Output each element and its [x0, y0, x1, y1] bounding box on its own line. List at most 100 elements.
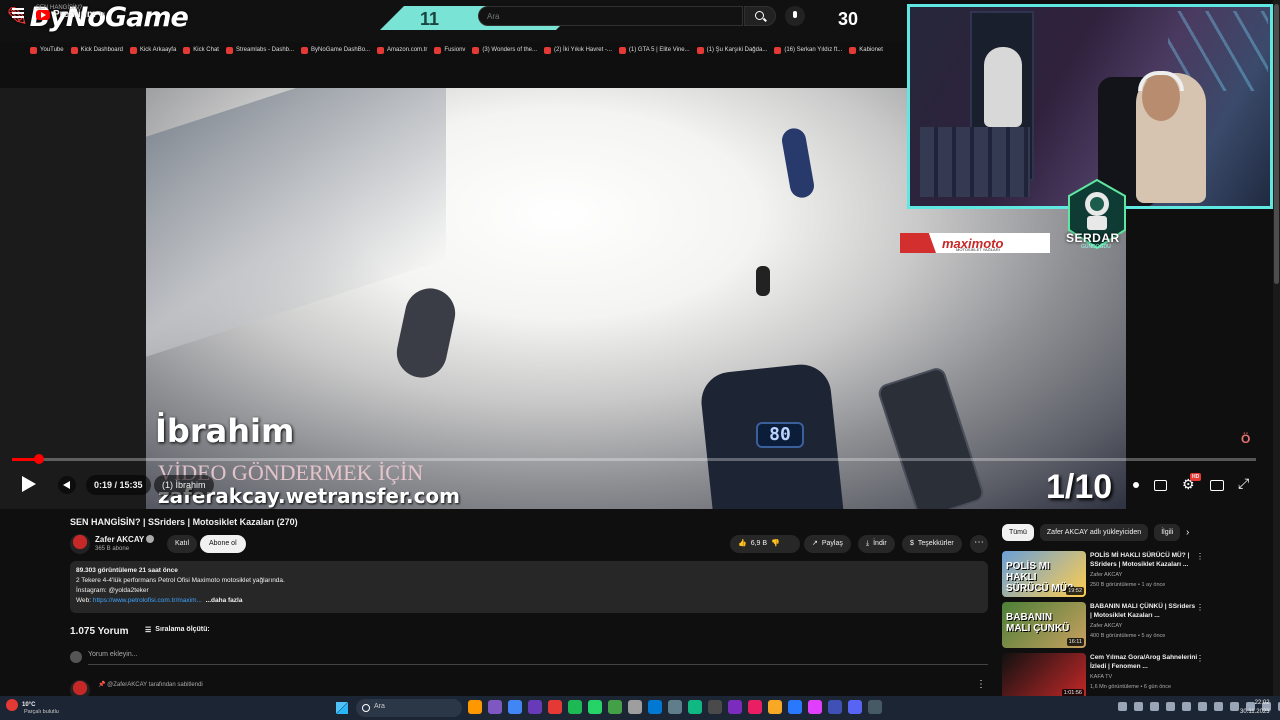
subtitles-icon[interactable] — [1152, 477, 1168, 493]
download-button[interactable]: ⤓ İndir — [858, 535, 895, 553]
bookmark-item[interactable]: Kick Chat — [183, 46, 219, 54]
bookmark-item[interactable]: Streamlabs - Dashb... — [225, 46, 294, 54]
thumbs-down-icon[interactable]: 👎 — [771, 535, 780, 553]
chevron-right-icon[interactable]: › — [1186, 527, 1189, 538]
video-thumbnail[interactable]: POLİS MI HAKLI SÜRÜCÜ MÜ? 19:52 — [1002, 551, 1086, 597]
channel-avatar[interactable] — [70, 534, 90, 554]
thumbs-up-icon[interactable]: 👍 — [738, 535, 747, 553]
chapter-label[interactable]: (1) İbrahim — [154, 475, 214, 495]
weather-widget[interactable]: 10°C Parçalı bulutlu — [6, 699, 59, 715]
taskbar-app-icon[interactable] — [608, 700, 622, 714]
taskbar-app-icon[interactable] — [628, 700, 642, 714]
bookmark-item[interactable]: Amazon.com.tr — [377, 46, 427, 54]
system-clock[interactable]: 22:02 30.11.2023 — [1240, 699, 1270, 717]
tray-icon[interactable] — [1214, 702, 1223, 711]
recommended-video[interactable]: 1:01:56 Cem Yılmaz Gora/Arog Sahnelerini … — [1002, 653, 1207, 701]
bookmark-item[interactable]: (2) İki Yıkık Havret -... — [544, 46, 612, 54]
theater-mode-icon[interactable] — [1208, 477, 1224, 493]
autoplay-toggle-icon[interactable] — [1128, 477, 1144, 493]
video-thumbnail[interactable]: 1:01:56 — [1002, 653, 1086, 699]
taskbar-app-icon[interactable] — [508, 700, 522, 714]
filter-chip[interactable]: İlgili — [1154, 524, 1181, 541]
progress-scrubber[interactable] — [34, 454, 44, 464]
subscribe-button[interactable]: Abone ol — [200, 535, 246, 553]
taskbar-app-icon[interactable] — [748, 700, 762, 714]
volume-icon[interactable] — [58, 476, 76, 494]
comment-menu-icon[interactable]: ⋮ — [976, 679, 986, 690]
fullscreen-icon[interactable] — [1236, 475, 1252, 493]
tray-icon[interactable] — [1182, 702, 1191, 711]
bookmark-item[interactable]: Kick Dashboard — [70, 46, 123, 54]
show-more-link[interactable]: ...daha fazla — [206, 597, 243, 604]
tray-icon[interactable] — [1230, 702, 1239, 711]
bookmark-item[interactable]: Kick Arkaayfa — [129, 46, 176, 54]
taskbar-app-icon[interactable] — [488, 700, 502, 714]
bookmark-item[interactable]: (1) GTA 5 | Elite Vine... — [618, 46, 690, 54]
search-icon[interactable] — [744, 6, 776, 26]
description-link[interactable]: https://www.petrolofisi.com.tr/maxim... — [93, 597, 202, 604]
taskbar-app-icon[interactable] — [848, 700, 862, 714]
like-dislike-button[interactable]: 👍 6,9 B 👎 — [730, 535, 800, 553]
recommended-title[interactable]: BABANIN MALI ÇÜNKÜ | SSriders | Motosikl… — [1090, 602, 1198, 620]
recommended-video[interactable]: POLİS MI HAKLI SÜRÜCÜ MÜ? 19:52 POLİS Mİ HAK… — [1002, 551, 1207, 599]
taskbar-app-icon[interactable] — [728, 700, 742, 714]
recommended-meta: 400 B görüntüleme • 5 ay önce — [1090, 633, 1166, 639]
description-box[interactable]: 89.303 görüntüleme 21 saat önce 2 Tekere… — [70, 561, 988, 613]
taskbar-app-icon[interactable] — [648, 700, 662, 714]
filter-chip[interactable]: Zafer AKCAY adlı yükleyiciden — [1039, 524, 1149, 541]
bookmark-item[interactable]: YouTube — [30, 46, 64, 54]
counter-goal: 30 — [838, 9, 859, 29]
taskbar-app-icon[interactable] — [568, 700, 582, 714]
taskbar-app-icon[interactable] — [668, 700, 682, 714]
tray-icon[interactable] — [1150, 702, 1159, 711]
recommended-video[interactable]: BABANIN MALI ÇUNKÜ 16:11 BABANIN MALI ÇÜNKÜ… — [1002, 602, 1207, 650]
thanks-button[interactable]: $ Teşekkürler — [902, 535, 962, 553]
channel-name[interactable]: Zafer AKCAY — [95, 535, 144, 544]
comment-input[interactable]: Yorum ekleyin... — [88, 651, 988, 665]
recommended-channel[interactable]: Zafer AKCAY — [1090, 572, 1122, 578]
taskbar-search[interactable]: Ara — [356, 699, 462, 717]
taskbar-app-icon[interactable] — [468, 700, 482, 714]
tray-icon[interactable] — [1118, 702, 1127, 711]
progress-bar[interactable] — [12, 458, 1256, 461]
taskbar-app-icon[interactable] — [808, 700, 822, 714]
taskbar-app-icon[interactable] — [688, 700, 702, 714]
sort-comments-button[interactable]: ☰ Sıralama ölçütü: — [145, 626, 210, 634]
scrollbar-thumb[interactable] — [1274, 4, 1279, 284]
recommended-title[interactable]: Cem Yılmaz Gora/Arog Sahnelerini İzledi … — [1090, 653, 1198, 671]
taskbar-app-icon[interactable] — [588, 700, 602, 714]
taskbar-app-icon[interactable] — [788, 700, 802, 714]
join-button[interactable]: Katıl — [167, 535, 198, 553]
taskbar-app-icon[interactable] — [828, 700, 842, 714]
bookmark-item[interactable]: (16) Serkan Yıldız ft... — [774, 46, 842, 54]
hamburger-menu-icon[interactable] — [12, 8, 24, 18]
taskbar-app-icon[interactable] — [768, 700, 782, 714]
tray-icon[interactable] — [1166, 702, 1175, 711]
windows-start-icon[interactable] — [336, 702, 348, 714]
video-thumbnail[interactable]: BABANIN MALI ÇUNKÜ 16:11 — [1002, 602, 1086, 648]
recommended-channel[interactable]: Zafer AKCAY — [1090, 623, 1122, 629]
kebab-menu-icon[interactable]: ⋮ — [1196, 552, 1204, 561]
bookmark-item[interactable]: ByNoGame DashBo... — [301, 46, 370, 54]
kebab-menu-icon[interactable]: ⋮ — [1196, 603, 1204, 612]
taskbar-app-icon[interactable] — [548, 700, 562, 714]
tray-icon[interactable] — [1134, 702, 1143, 711]
recommended-channel[interactable]: KAFA TV — [1090, 674, 1112, 680]
play-icon[interactable] — [22, 476, 36, 492]
tray-icon[interactable] — [1198, 702, 1207, 711]
bookmark-item[interactable]: Kabionet — [849, 46, 883, 54]
recommended-title[interactable]: POLİS Mİ HAKLI SÜRÜCÜ MÜ? | SSriders | M… — [1090, 551, 1198, 569]
youtube-premium-logo[interactable]: Premium TR — [36, 9, 105, 20]
more-actions-button[interactable]: ⋯ — [970, 535, 988, 553]
filter-chip[interactable]: Tümü — [1002, 524, 1034, 541]
kebab-menu-icon[interactable]: ⋮ — [1196, 654, 1204, 663]
taskbar-app-icon[interactable] — [708, 700, 722, 714]
bookmark-item[interactable]: (1) Şu Karşıki Dağda... — [696, 46, 767, 54]
microphone-icon[interactable] — [785, 6, 805, 26]
taskbar-app-icon[interactable] — [528, 700, 542, 714]
bookmark-item[interactable]: Fusionv — [434, 46, 465, 54]
share-button[interactable]: ↗ Paylaş — [804, 535, 851, 553]
bookmark-item[interactable]: (3) Wonders of the... — [472, 46, 537, 54]
search-input[interactable]: Ara — [478, 6, 743, 26]
taskbar-app-icon[interactable] — [868, 700, 882, 714]
